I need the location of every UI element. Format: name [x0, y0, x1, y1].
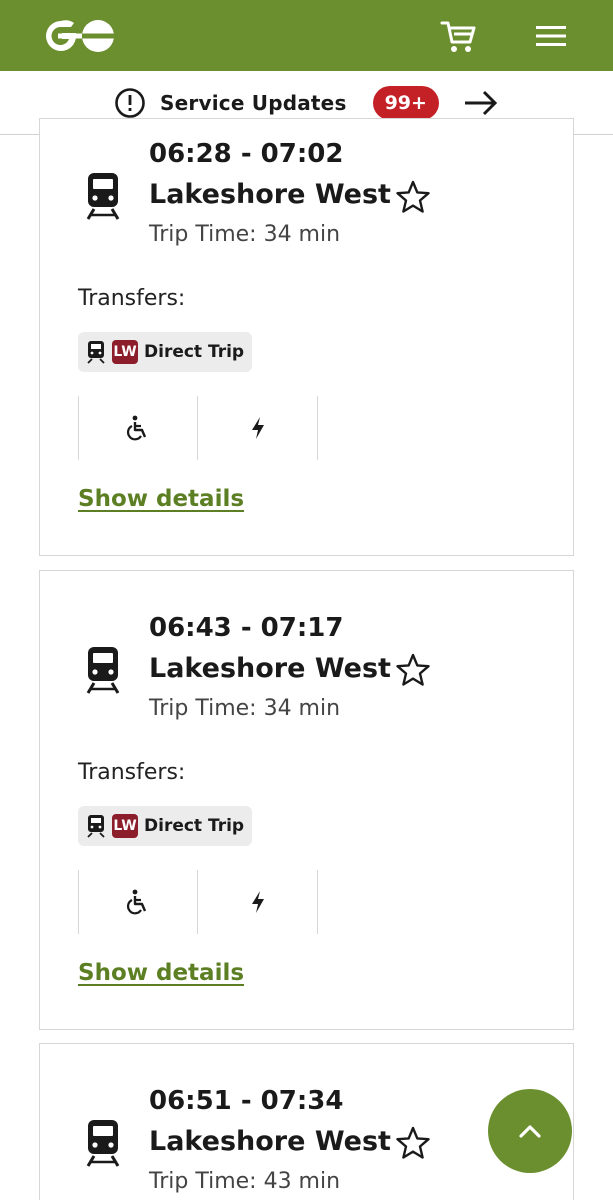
train-icon — [86, 647, 120, 694]
show-details-link[interactable]: Show details — [78, 960, 244, 986]
cart-button[interactable] — [436, 14, 480, 58]
route-chip-label: Direct Trip — [144, 342, 245, 362]
train-icon — [87, 815, 105, 838]
power-outlet-amenity — [198, 396, 318, 460]
trip-time-range: 06:43 - 07:17 — [149, 613, 344, 643]
power-outlet-amenity — [198, 870, 318, 934]
transfers-label: Transfers: — [78, 760, 186, 785]
trip-line-name: Lakeshore West — [149, 1126, 391, 1157]
chevron-up-icon — [519, 1125, 541, 1138]
trip-card: 06:43 - 07:17 Lakeshore West Trip Time: … — [39, 570, 574, 1030]
trip-card: 06:28 - 07:02 Lakeshore West Trip Time: … — [39, 118, 574, 556]
hamburger-menu-icon — [536, 26, 566, 46]
menu-button[interactable] — [529, 14, 573, 58]
show-details-link[interactable]: Show details — [78, 486, 244, 512]
train-icon — [86, 173, 120, 220]
favorite-star-icon[interactable] — [395, 1125, 431, 1161]
alert-icon — [115, 87, 145, 118]
route-code-badge: LW — [112, 814, 138, 838]
wheelchair-icon — [127, 889, 147, 915]
lightning-bolt-icon — [251, 891, 264, 913]
lightning-bolt-icon — [251, 417, 264, 439]
scroll-to-top-button[interactable] — [488, 1089, 572, 1173]
favorite-star-icon[interactable] — [395, 179, 431, 215]
accessibility-amenity — [78, 870, 198, 934]
route-chip[interactable]: LW Direct Trip — [78, 332, 253, 372]
train-icon — [86, 1120, 120, 1167]
cart-icon — [440, 21, 476, 52]
go-logo[interactable] — [44, 19, 116, 53]
accessibility-amenity — [78, 396, 198, 460]
trip-duration: Trip Time: 34 min — [149, 696, 341, 721]
trip-time-range: 06:51 - 07:34 — [149, 1086, 344, 1116]
trip-duration: Trip Time: 43 min — [149, 1169, 341, 1194]
favorite-star-icon[interactable] — [395, 652, 431, 688]
trip-time-range: 06:28 - 07:02 — [149, 139, 344, 169]
train-icon — [87, 341, 105, 364]
top-bar — [0, 0, 613, 71]
service-updates-count-badge: 99+ — [372, 85, 439, 120]
wheelchair-icon — [127, 415, 147, 441]
service-updates-label: Service Updates — [160, 90, 347, 115]
arrow-right-icon — [464, 90, 498, 115]
route-chip[interactable]: LW Direct Trip — [78, 806, 253, 846]
page: Service Updates 99+ 06:28 - 07:02 Lakesh… — [0, 0, 613, 1200]
route-chip-label: Direct Trip — [144, 816, 245, 836]
trip-line-name: Lakeshore West — [149, 653, 391, 684]
trip-line-name: Lakeshore West — [149, 179, 391, 210]
route-code-badge: LW — [112, 340, 138, 364]
trip-duration: Trip Time: 34 min — [149, 222, 341, 247]
transfers-label: Transfers: — [78, 286, 186, 311]
